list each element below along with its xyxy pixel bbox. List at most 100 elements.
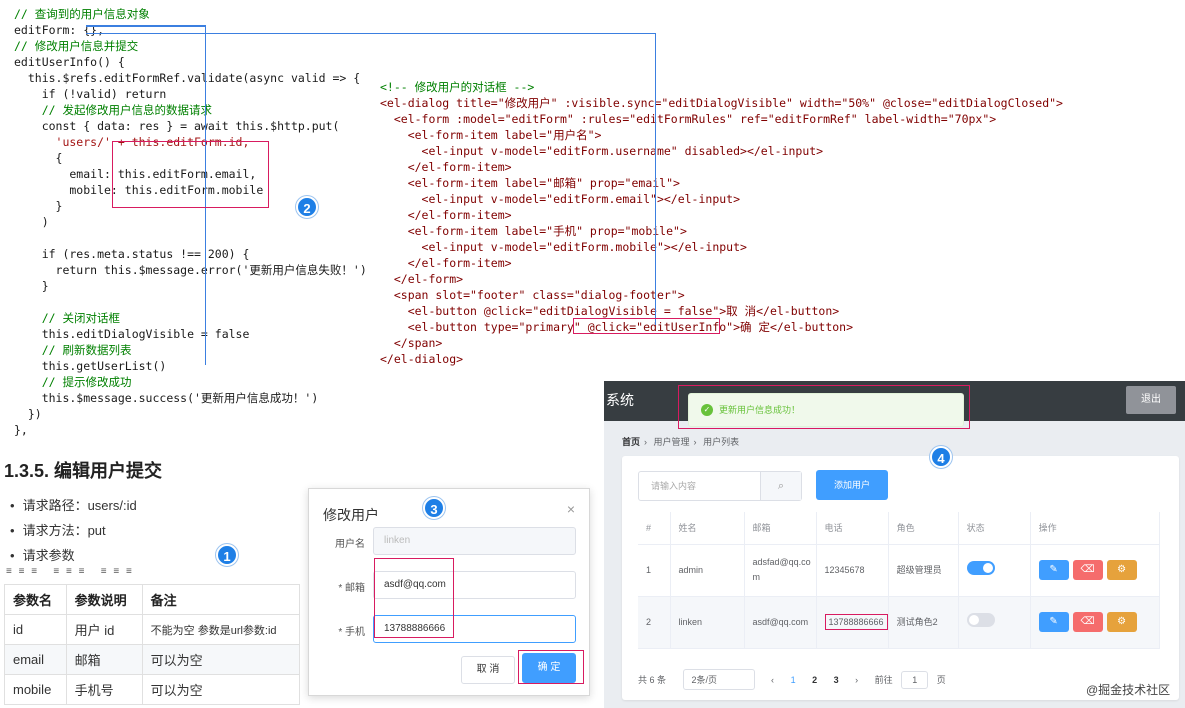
js-code-line: }, bbox=[14, 423, 28, 437]
params-cell: 邮箱 bbox=[65, 644, 143, 675]
params-cell: 不能为空 参数是url参数:id bbox=[141, 614, 301, 645]
params-header: 参数说明 bbox=[65, 584, 143, 615]
doc-bullet-path: 请求路径：users/:id bbox=[10, 495, 137, 514]
chevron-right-icon: › bbox=[693, 437, 697, 447]
logout-button[interactable]: 退出 bbox=[1126, 386, 1176, 414]
js-code-line: // 刷新数据列表 bbox=[14, 343, 132, 357]
highlight-dialog-fields bbox=[374, 558, 454, 638]
table-row: 1 admin adsfad@qq.com 12345678 超级管理员 ✎ ⌫ ⚙ bbox=[638, 544, 1161, 597]
params-cell: 手机号 bbox=[65, 674, 143, 705]
params-cell: mobile bbox=[4, 674, 67, 705]
highlight-toast bbox=[678, 385, 970, 429]
params-cell: 可以为空 bbox=[141, 644, 301, 675]
table-row: 2 linken asdf@qq.com 13788886666 测试角色2 ✎… bbox=[638, 596, 1161, 649]
dialog-title: 修改用户 bbox=[323, 507, 379, 523]
js-code-line: this.$message.success('更新用户信息成功！') bbox=[14, 391, 319, 405]
app-title: 系统 bbox=[606, 392, 634, 408]
col-header: 角色 bbox=[888, 512, 959, 545]
user-list-app: 系统 退出 ✓ 更新用户信息成功！ 首页 › 用户管理 › 用户列表 请输入内容 ⌕… bbox=[604, 381, 1185, 708]
cell-status bbox=[958, 596, 1031, 649]
doc-bullet-method: 请求方法：put bbox=[10, 520, 106, 539]
html-code-line: </span> bbox=[380, 336, 443, 350]
close-icon[interactable]: × bbox=[567, 501, 575, 517]
search-icon[interactable]: ⌕ bbox=[760, 472, 801, 500]
pager-total: 共 6 条 bbox=[638, 675, 667, 685]
col-header: 电话 bbox=[816, 512, 889, 545]
breadcrumb-home[interactable]: 首页 bbox=[622, 437, 640, 447]
js-code-line: { bbox=[14, 151, 63, 165]
highlight-ok-button bbox=[518, 650, 584, 684]
delete-icon[interactable]: ⌫ bbox=[1072, 560, 1103, 580]
doc-toolbar: ≡ ≡ ≡ ≡ ≡ ≡ ≡ ≡ ≡ bbox=[6, 566, 134, 577]
js-code-line: ) bbox=[14, 215, 49, 229]
pagination: 共 6 条 2条/页 ‹ 1 2 3 › 前往 1 页 bbox=[638, 669, 960, 690]
cancel-button[interactable]: 取 消 bbox=[461, 656, 515, 684]
cell-actions: ✎ ⌫ ⚙ bbox=[1030, 596, 1161, 649]
doc-bullet-params: 请求参数 bbox=[10, 545, 75, 564]
params-row: mobile 手机号 可以为空 bbox=[4, 674, 301, 705]
cell-status bbox=[958, 544, 1031, 597]
step-badge-4: 4 bbox=[930, 446, 952, 468]
add-user-button[interactable]: 添加用户 bbox=[816, 470, 888, 500]
status-toggle[interactable] bbox=[966, 612, 995, 627]
params-cell: id bbox=[4, 614, 67, 645]
cell-name: admin bbox=[670, 544, 745, 597]
phone-value: 13788886666 bbox=[824, 613, 888, 630]
annotation-blue-line-1 bbox=[86, 25, 206, 27]
settings-icon[interactable]: ⚙ bbox=[1106, 560, 1137, 580]
page-2[interactable]: 2 bbox=[812, 675, 817, 685]
cell-name: linken bbox=[670, 596, 745, 649]
cell-index: 1 bbox=[638, 544, 671, 597]
doc-title: 1.3.5. 编辑用户提交 bbox=[4, 461, 163, 481]
params-cell: 可以为空 bbox=[141, 674, 301, 705]
goto-input[interactable]: 1 bbox=[901, 671, 929, 689]
js-code-line: } bbox=[14, 199, 63, 213]
chevron-right-icon: › bbox=[644, 437, 648, 447]
breadcrumb-user-mgmt: 用户管理 bbox=[653, 437, 690, 447]
cell-email: adsfad@qq.com bbox=[744, 544, 817, 597]
highlight-put-params bbox=[112, 141, 269, 208]
username-input[interactable]: linken bbox=[373, 527, 576, 555]
cell-role: 测试角色2 bbox=[888, 596, 959, 649]
delete-icon[interactable]: ⌫ bbox=[1072, 612, 1103, 632]
page-size-select[interactable]: 2条/页 bbox=[682, 669, 755, 690]
status-toggle[interactable] bbox=[966, 560, 995, 575]
highlight-click-handler bbox=[573, 318, 720, 334]
js-code-line: } bbox=[14, 279, 49, 293]
cell-role: 超级管理员 bbox=[888, 544, 959, 597]
page-1[interactable]: 1 bbox=[791, 675, 796, 685]
user-list-card: 请输入内容 ⌕ 添加用户 # 姓名 邮箱 电话 角色 状态 操作 1 admin… bbox=[622, 456, 1179, 700]
params-header: 参数名 bbox=[4, 584, 67, 615]
params-row: email 邮箱 可以为空 bbox=[4, 644, 301, 675]
cell-index: 2 bbox=[638, 596, 671, 649]
col-header: 姓名 bbox=[670, 512, 745, 545]
edit-icon[interactable]: ✎ bbox=[1038, 560, 1069, 580]
email-label: * 邮箱 bbox=[338, 583, 365, 594]
js-code-line: // 提示修改成功 bbox=[14, 375, 132, 389]
username-label: 用户名 bbox=[335, 539, 365, 550]
prev-page-icon[interactable]: ‹ bbox=[771, 675, 774, 685]
js-code-line: // 查询到的用户信息对象 bbox=[14, 7, 150, 21]
cell-phone: 12345678 bbox=[816, 544, 889, 597]
next-page-icon[interactable]: › bbox=[855, 675, 858, 685]
page-unit: 页 bbox=[936, 675, 946, 685]
params-cell: email bbox=[4, 644, 67, 675]
step-badge-3: 3 bbox=[423, 497, 445, 519]
settings-icon[interactable]: ⚙ bbox=[1106, 612, 1137, 632]
cell-email: asdf@qq.com bbox=[744, 596, 817, 649]
params-header: 备注 bbox=[141, 584, 301, 615]
breadcrumb-user-list: 用户列表 bbox=[703, 437, 740, 447]
page-3[interactable]: 3 bbox=[834, 675, 839, 685]
edit-icon[interactable]: ✎ bbox=[1038, 612, 1069, 632]
html-code-line: </el-dialog> bbox=[380, 352, 464, 366]
mobile-label: * 手机 bbox=[338, 627, 365, 638]
params-table: 参数名 参数说明 备注 id 用户 id 不能为空 参数是url参数:id em… bbox=[4, 584, 301, 705]
js-code-line: this.editDialogVisible = false bbox=[14, 327, 250, 341]
params-cell: 用户 id bbox=[65, 614, 143, 645]
js-code-line: this.getUserList() bbox=[14, 359, 167, 373]
step-badge-2: 2 bbox=[296, 196, 318, 218]
cell-actions: ✎ ⌫ ⚙ bbox=[1030, 544, 1161, 597]
col-header: 状态 bbox=[958, 512, 1031, 545]
breadcrumb: 首页 › 用户管理 › 用户列表 bbox=[622, 435, 743, 448]
watermark: @掘金技术社区 bbox=[1086, 683, 1171, 697]
